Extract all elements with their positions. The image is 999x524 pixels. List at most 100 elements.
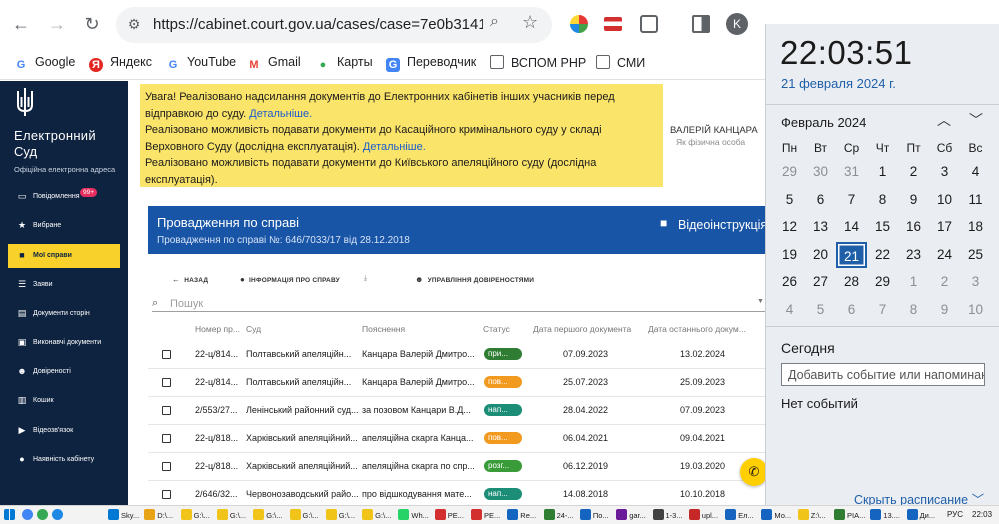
address-bar[interactable]: ⚙ https://cabinet.court.gov.ua/cases/cas…: [116, 7, 552, 43]
taskbar-app[interactable]: G:\...: [289, 509, 319, 520]
clock-date[interactable]: 21 февраля 2024 г.: [781, 76, 896, 91]
calendar-day[interactable]: 31: [836, 159, 867, 185]
calendar-day[interactable]: 9: [929, 297, 960, 323]
bookmark-gmail[interactable]: M Gmail: [247, 55, 300, 72]
bookmark-yandex[interactable]: Я Яндекс: [89, 55, 152, 72]
sidebar-item-powers-of-attorney[interactable]: ☻ Довіреності: [8, 360, 120, 384]
sidebar-item-video-call[interactable]: ▶ Відеозв'язок: [8, 419, 120, 443]
video-camera-icon[interactable]: ■: [660, 216, 667, 230]
row-checkbox[interactable]: [162, 434, 171, 443]
col-header-status[interactable]: Статус: [483, 324, 510, 334]
taskbar-app[interactable]: Sky...: [108, 509, 139, 520]
search-icon[interactable]: ⌕: [490, 13, 499, 31]
calendar-day[interactable]: 11: [960, 187, 991, 213]
sidebar-item-cabinet-check[interactable]: ● Наявність кабінету: [8, 448, 120, 472]
calendar-day[interactable]: 14: [836, 214, 867, 240]
col-header-court[interactable]: Суд: [246, 324, 261, 334]
taskbar-app[interactable]: upl...: [688, 509, 718, 520]
calendar-day[interactable]: 18: [960, 214, 991, 240]
taskbar-app[interactable]: 1-3...: [652, 509, 683, 520]
video-instruction-link[interactable]: Відеоінструкція: [678, 218, 767, 232]
chevron-up-icon[interactable]: ︿: [937, 110, 951, 130]
calendar-day[interactable]: 15: [867, 214, 898, 240]
taskbar-app[interactable]: Wh...: [398, 509, 429, 520]
chevron-down-icon[interactable]: ﹀: [969, 110, 983, 130]
calendar-day[interactable]: 20: [805, 242, 836, 268]
row-checkbox[interactable]: [162, 406, 171, 415]
bookmark-youtube[interactable]: G YouTube: [166, 55, 236, 72]
sidebar-item-my-cases[interactable]: ■ Мої справи: [8, 244, 120, 268]
row-checkbox[interactable]: [162, 378, 171, 387]
calendar-day[interactable]: 24: [929, 242, 960, 268]
taskbar-app[interactable]: 24-...: [543, 509, 574, 520]
bookmark-folder-vspom[interactable]: ВСПОМ РНР: [490, 55, 586, 70]
search-field[interactable]: ⌕ Пошук ▼: [152, 296, 765, 312]
flag-extension-icon[interactable]: [604, 17, 622, 31]
taskbar-app[interactable]: PE...: [471, 509, 500, 520]
calendar-day[interactable]: 1: [867, 159, 898, 185]
calendar-day[interactable]: 16: [898, 214, 929, 240]
taskbar-app[interactable]: Ди...: [906, 509, 935, 520]
table-row[interactable]: 22-ц/818... Харківський апеляційний... апе…: [148, 453, 765, 481]
sidebar-item-favorites[interactable]: ★ Вибране: [8, 214, 120, 238]
col-header-first-date[interactable]: Дата першого документа: [533, 324, 631, 334]
calendar-day[interactable]: 10: [960, 297, 991, 323]
puzzle-extensions-icon[interactable]: [640, 15, 658, 33]
manage-trust-button[interactable]: ☻ УПРАВЛІННЯ ДОВІРЕНОСТЯМИ: [415, 275, 534, 284]
calendar-day[interactable]: 6: [805, 187, 836, 213]
table-row[interactable]: 22-ц/818... Харківський апеляційний... апе…: [148, 425, 765, 453]
brand-subtitle[interactable]: Офіційна електронна адреса: [14, 165, 115, 174]
pinned-app-icon[interactable]: [22, 509, 35, 520]
taskbar-app[interactable]: Мо...: [761, 509, 791, 520]
calendar-day[interactable]: 17: [929, 214, 960, 240]
notice-details-link-1[interactable]: Детальніше.: [249, 108, 312, 120]
bookmark-maps[interactable]: ● Карты: [316, 55, 373, 72]
calendar-day[interactable]: 5: [805, 297, 836, 323]
calendar-day[interactable]: 29: [774, 159, 805, 185]
case-info-button[interactable]: ● ІНФОРМАЦІЯ ПРО СПРАВУ: [240, 275, 340, 284]
taskbar-app[interactable]: PIA...: [834, 509, 865, 520]
calendar-day[interactable]: 27: [805, 269, 836, 295]
col-header-number[interactable]: Номер пр...: [195, 324, 240, 334]
forward-arrow-icon[interactable]: →: [46, 13, 68, 35]
col-header-last-date[interactable]: Дата останнього докум...: [648, 324, 746, 334]
pinned-app-icon[interactable]: [52, 509, 65, 520]
taskbar-app[interactable]: По...: [579, 509, 609, 520]
sidebar-item-trash[interactable]: ▥ Кошик: [8, 389, 120, 413]
sidebar-item-party-documents[interactable]: ▤ Документи сторін: [8, 302, 120, 326]
taskbar-app[interactable]: G:\...: [180, 509, 210, 520]
chevron-down-icon[interactable]: ▼: [757, 298, 764, 305]
input-language[interactable]: РУС: [947, 510, 963, 519]
calendar-day[interactable]: 25: [960, 242, 991, 268]
calendar-month[interactable]: Февраль 2024: [781, 115, 866, 130]
calendar-day[interactable]: 13: [805, 214, 836, 240]
calendar-day[interactable]: 6: [836, 297, 867, 323]
reload-icon[interactable]: ↻: [81, 13, 103, 35]
sidebar-item-executive-documents[interactable]: ▣ Виконавчі документи: [8, 331, 120, 355]
back-button[interactable]: ← НАЗАД: [172, 275, 208, 284]
sidebar-item-notifications[interactable]: ▭ Повідомлення 99+: [8, 185, 120, 209]
profile-avatar[interactable]: K: [726, 13, 748, 35]
bookmark-folder-smi[interactable]: СМИ: [596, 55, 645, 70]
taskbar-app[interactable]: G:\...: [362, 509, 391, 520]
calendar-day[interactable]: 1: [898, 269, 929, 295]
taskbar-clock[interactable]: 22:03: [972, 510, 992, 519]
calendar-day[interactable]: 28: [836, 269, 867, 295]
calendar-day[interactable]: 7: [836, 187, 867, 213]
calendar-day[interactable]: 2: [898, 159, 929, 185]
taskbar-app[interactable]: D:\...: [144, 509, 173, 520]
calendar-day[interactable]: 19: [774, 242, 805, 268]
taskbar-app[interactable]: G:\...: [253, 509, 282, 520]
calendar-day[interactable]: 22: [867, 242, 898, 268]
bookmark-google[interactable]: G Google: [14, 55, 76, 72]
bookmark-translate[interactable]: G Переводчик: [386, 55, 476, 72]
calendar-day[interactable]: 21: [836, 241, 867, 268]
calendar-day[interactable]: 5: [774, 187, 805, 213]
taskbar-app[interactable]: PE...: [434, 509, 464, 520]
site-settings-icon[interactable]: ⚙: [125, 15, 143, 33]
table-row[interactable]: 22-ц/814... Полтавський апеляційн... Канца…: [148, 369, 765, 397]
calendar-day[interactable]: 23: [898, 242, 929, 268]
user-name[interactable]: ВАЛЕРІЙ КАНЦАРА: [670, 125, 758, 136]
calendar-day[interactable]: 30: [805, 159, 836, 185]
calendar-day[interactable]: 3: [929, 159, 960, 185]
